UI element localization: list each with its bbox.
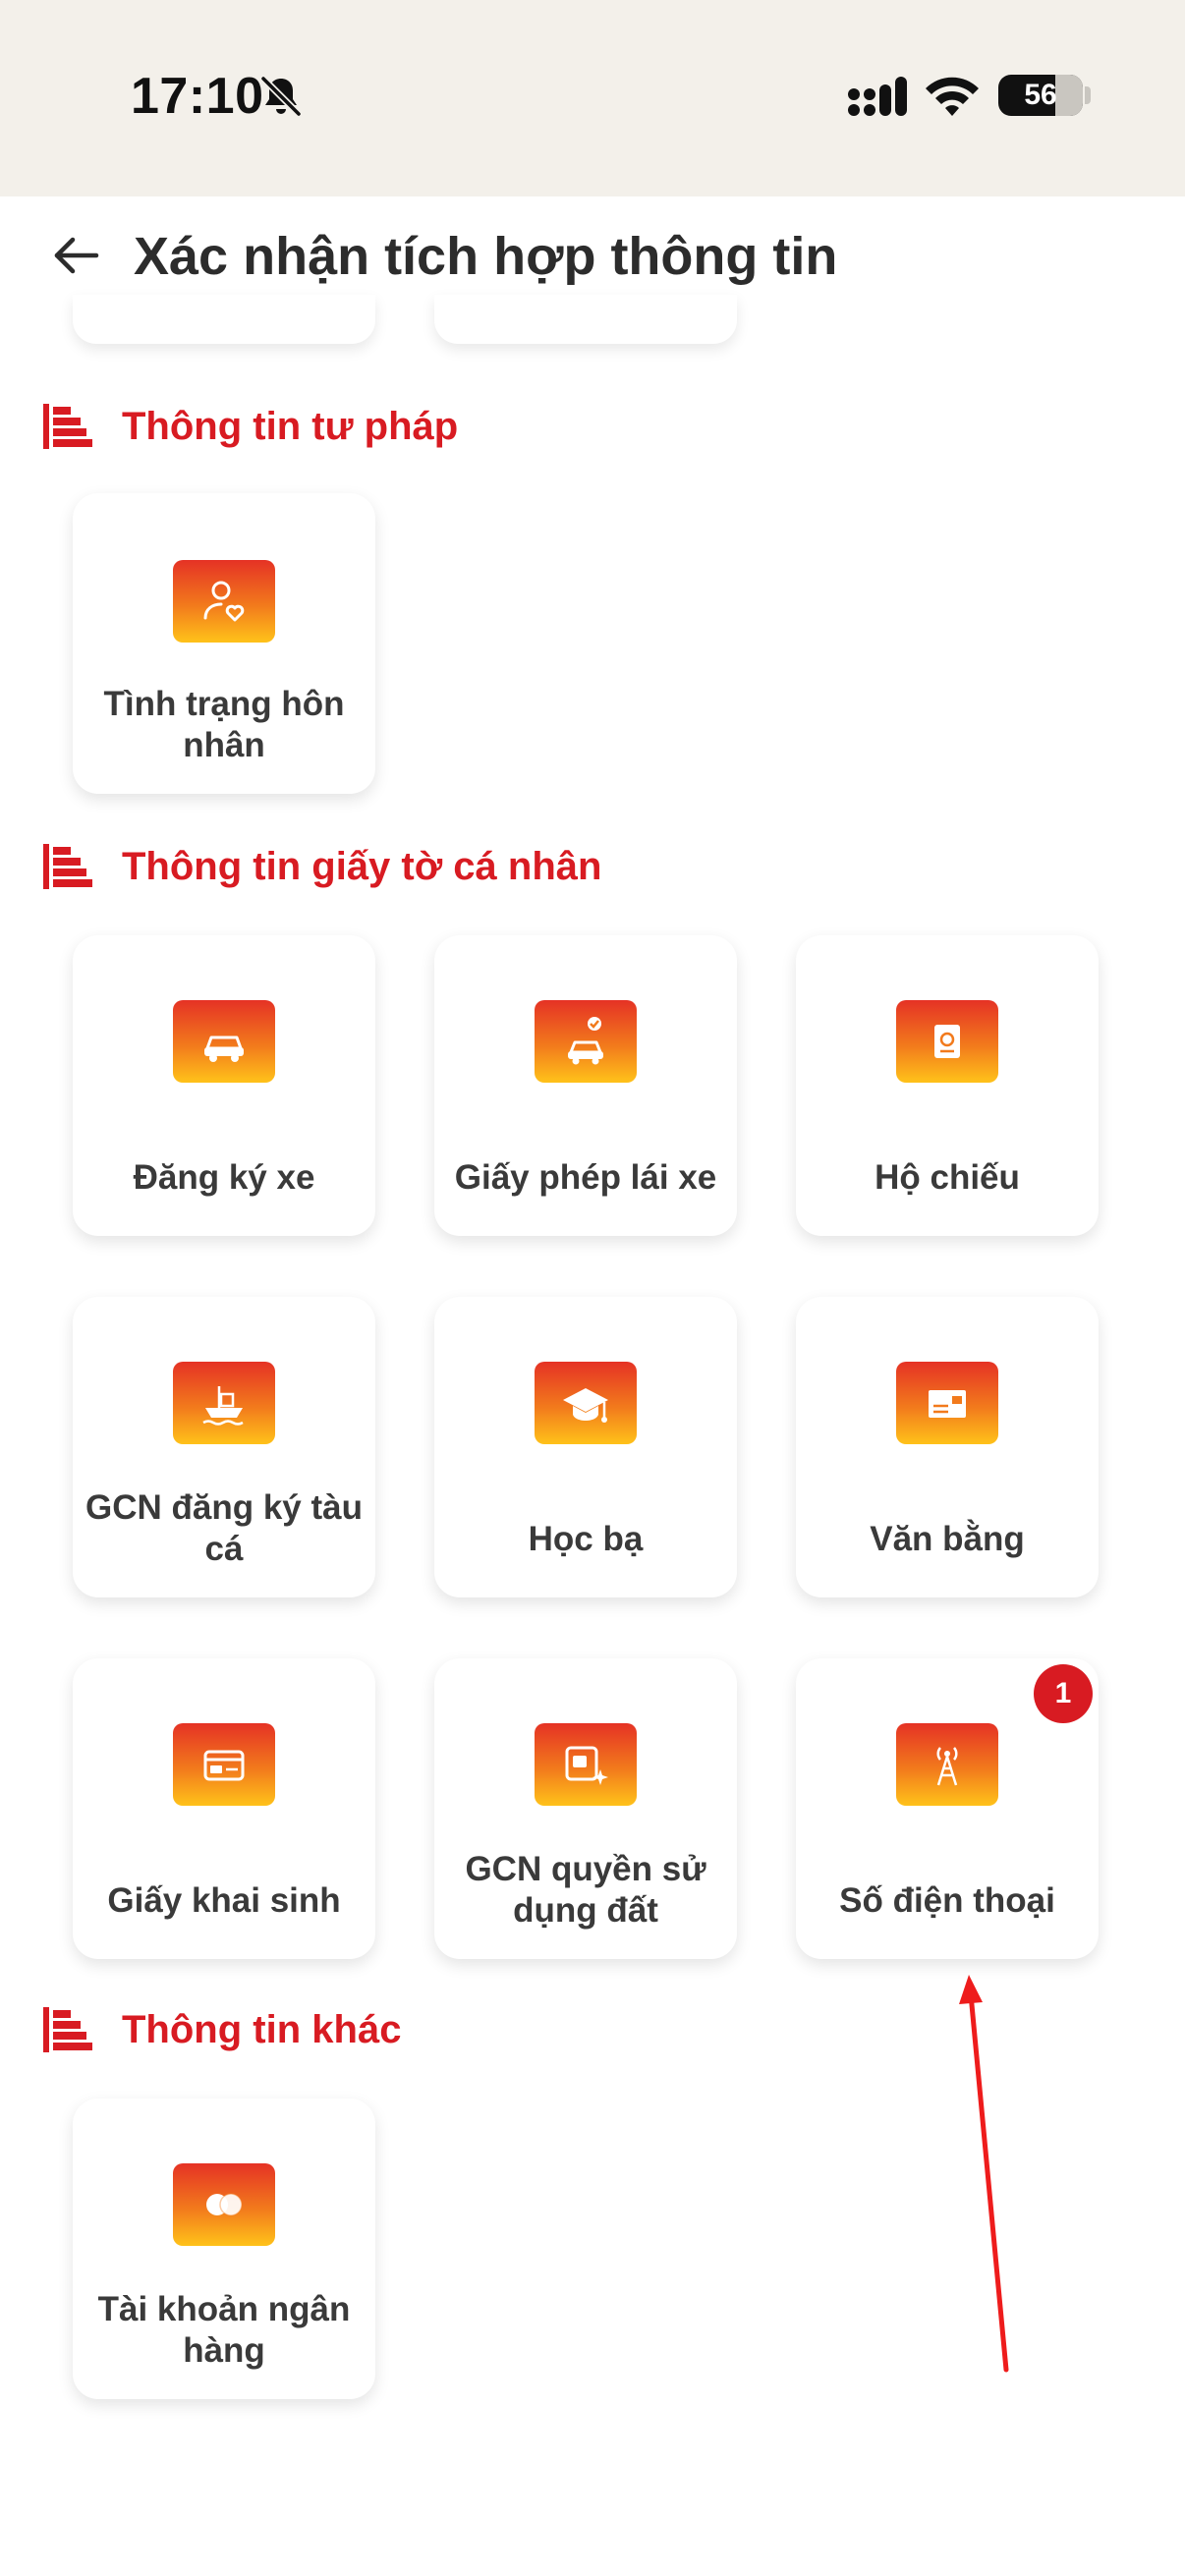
arrow-left-icon[interactable] (49, 228, 104, 283)
card-birth-certificate[interactable]: Giấy khai sinh (73, 1658, 375, 1959)
card-fishing-boat[interactable]: GCN đăng ký tàu cá (73, 1297, 375, 1597)
partial-card[interactable] (73, 295, 375, 344)
list-section-icon (43, 844, 92, 889)
section-title: Thông tin tư pháp (122, 404, 459, 448)
card-label: Giấy phép lái xe (454, 1158, 717, 1197)
card-driver-license[interactable]: Giấy phép lái xe (434, 935, 737, 1236)
graduation-cap-icon (535, 1362, 637, 1444)
section-title: Thông tin khác (122, 2007, 402, 2051)
card-marital-status[interactable]: Tình trạng hôn nhân (73, 493, 375, 794)
bell-slash-icon (259, 75, 303, 118)
card-label: Hộ chiếu (875, 1158, 1020, 1197)
list-section-icon (43, 2007, 92, 2052)
section-header-justice: Thông tin tư pháp (43, 397, 458, 456)
card-diploma[interactable]: Văn bằng (796, 1297, 1099, 1597)
antenna-icon (896, 1723, 998, 1806)
card-label: Giấy khai sinh (107, 1881, 341, 1920)
card-label: Tài khoản ngân hàng (97, 2290, 351, 2370)
battery-nub (1085, 86, 1091, 104)
section-header-personal-docs: Thông tin giấy tờ cá nhân (43, 837, 601, 896)
card-bank-account[interactable]: Tài khoản ngân hàng (73, 2099, 375, 2399)
status-bar: 17:10 56 Xác nhận tích hợp thông tin (0, 0, 1185, 286)
fishing-boat-icon (173, 1362, 275, 1444)
card-passport[interactable]: Hộ chiếu (796, 935, 1099, 1236)
car-icon (173, 1000, 275, 1083)
notification-badge: 1 (1034, 1664, 1093, 1723)
diploma-icon (896, 1362, 998, 1444)
section-title: Thông tin giấy tờ cá nhân (122, 844, 602, 888)
card-label: GCN đăng ký tàu cá (85, 1488, 363, 1568)
card-label: Văn bằng (870, 1520, 1025, 1558)
section-header-other: Thông tin khác (43, 2000, 401, 2059)
card-label: GCN quyền sử dụng đất (465, 1850, 706, 1930)
card-label: Số điện thoại (839, 1881, 1055, 1920)
status-time: 17:10 (131, 68, 264, 125)
person-heart-icon (173, 560, 275, 643)
card-land-certificate[interactable]: GCN quyền sử dụng đất (434, 1658, 737, 1959)
card-label: Đăng ký xe (133, 1158, 315, 1197)
wifi-icon (926, 77, 979, 116)
card-vehicle-registration[interactable]: Đăng ký xe (73, 935, 375, 1236)
driver-license-icon (535, 1000, 637, 1083)
partial-card[interactable] (434, 295, 737, 344)
land-certificate-icon (535, 1723, 637, 1806)
battery-icon: 56 (998, 75, 1083, 116)
signal-icon (848, 77, 907, 116)
passport-icon (896, 1000, 998, 1083)
card-label: Tình trạng hôn nhân (103, 685, 345, 764)
card-label: Học bạ (528, 1520, 644, 1558)
battery-level: 56 (1024, 79, 1057, 111)
list-section-icon (43, 404, 92, 449)
birth-certificate-icon (173, 1723, 275, 1806)
bank-card-icon (173, 2163, 275, 2246)
card-school-record[interactable]: Học bạ (434, 1297, 737, 1597)
page-title: Xác nhận tích hợp thông tin (134, 227, 838, 286)
